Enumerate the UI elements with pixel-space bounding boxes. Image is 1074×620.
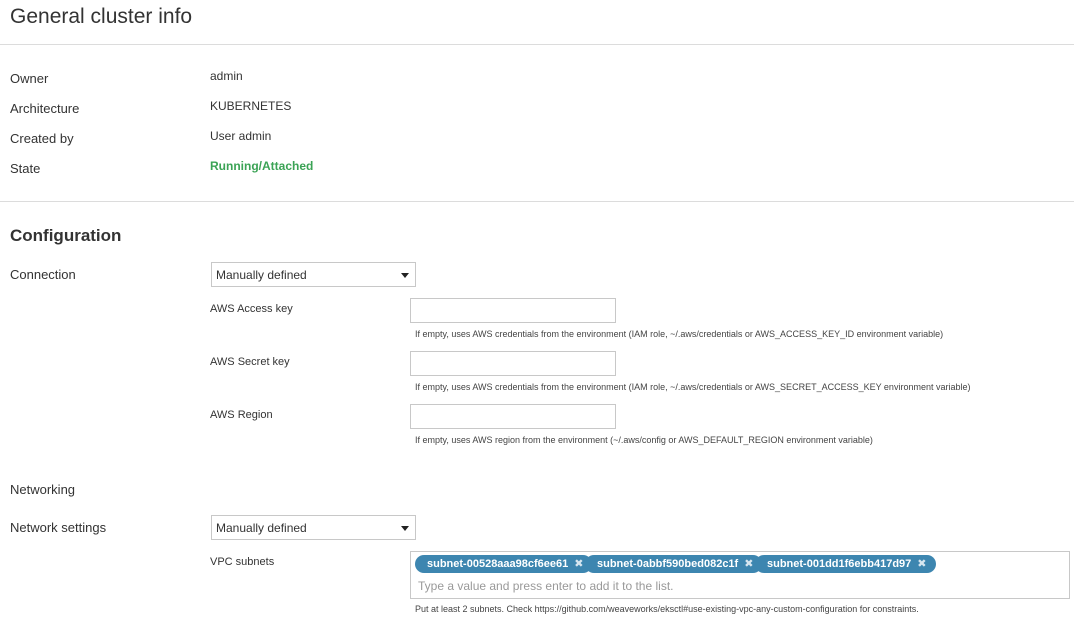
owner-value: admin bbox=[210, 69, 243, 83]
architecture-value: KUBERNETES bbox=[210, 99, 292, 113]
aws-region-label: AWS Region bbox=[210, 409, 273, 421]
page-title: General cluster info bbox=[10, 5, 193, 28]
aws-access-key-help: If empty, uses AWS credentials from the … bbox=[415, 329, 944, 339]
remove-tag-icon[interactable]: ✖ bbox=[574, 558, 583, 570]
connection-select-value: Manually defined bbox=[216, 268, 307, 282]
architecture-label: Architecture bbox=[10, 101, 80, 116]
subnet-tag-label: subnet-001dd1f6ebb417d97 bbox=[767, 558, 912, 570]
subnet-tag: subnet-00528aaa98cf6ee61 ✖ bbox=[415, 555, 593, 573]
created-by-label: Created by bbox=[10, 131, 74, 146]
aws-region-help: If empty, uses AWS region from the envir… bbox=[415, 435, 873, 445]
subnet-tag: subnet-001dd1f6ebb417d97 ✖ bbox=[755, 555, 936, 573]
header-divider bbox=[0, 44, 1074, 45]
remove-tag-icon[interactable]: ✖ bbox=[744, 558, 753, 570]
subnet-tag-label: subnet-0abbf590bed082c1f bbox=[597, 558, 739, 570]
connection-label: Connection bbox=[10, 267, 76, 282]
state-value: Running/Attached bbox=[210, 159, 314, 173]
aws-access-key-label: AWS Access key bbox=[210, 303, 293, 315]
aws-access-key-input[interactable] bbox=[410, 298, 616, 323]
remove-tag-icon[interactable]: ✖ bbox=[917, 558, 926, 570]
configuration-heading: Configuration bbox=[10, 226, 122, 245]
chevron-down-icon bbox=[401, 526, 409, 531]
aws-secret-key-label: AWS Secret key bbox=[210, 356, 290, 368]
owner-label: Owner bbox=[10, 71, 49, 86]
section-divider bbox=[0, 201, 1074, 202]
created-by-value: User admin bbox=[210, 129, 272, 143]
vpc-subnets-tag-input[interactable]: subnet-00528aaa98cf6ee61 ✖ subnet-0abbf59… bbox=[410, 551, 1070, 599]
state-label: State bbox=[10, 161, 41, 176]
chevron-down-icon bbox=[401, 273, 409, 278]
network-settings-select-value: Manually defined bbox=[216, 521, 307, 535]
network-settings-select[interactable]: Manually defined bbox=[211, 515, 416, 540]
networking-heading: Networking bbox=[10, 482, 76, 497]
subnet-tag: subnet-0abbf590bed082c1f ✖ bbox=[585, 555, 763, 573]
connection-select[interactable]: Manually defined bbox=[211, 262, 416, 287]
subnet-entry-input[interactable] bbox=[415, 577, 1055, 595]
subnet-tag-label: subnet-00528aaa98cf6ee61 bbox=[427, 558, 569, 570]
vpc-subnets-help: Put at least 2 subnets. Check https://gi… bbox=[415, 604, 919, 614]
vpc-subnets-label: VPC subnets bbox=[210, 556, 275, 568]
aws-secret-key-help: If empty, uses AWS credentials from the … bbox=[415, 382, 971, 392]
aws-region-input[interactable] bbox=[410, 404, 616, 429]
aws-secret-key-input[interactable] bbox=[410, 351, 616, 376]
network-settings-label: Network settings bbox=[10, 520, 107, 535]
